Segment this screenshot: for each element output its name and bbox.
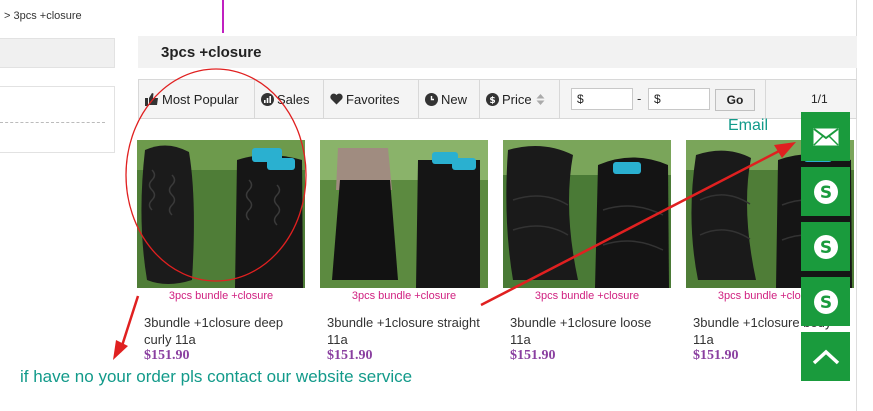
- max-price-input[interactable]: $: [648, 88, 710, 110]
- sort-toolbar: Most Popular Sales Favorites New $ Price…: [138, 79, 857, 119]
- heart-icon: [330, 93, 343, 105]
- sort-sales-label: Sales: [277, 91, 310, 107]
- svg-text:S: S: [819, 293, 831, 313]
- sidebar-panel-header: [0, 38, 115, 68]
- annotation-contact-note: if have no your order pls contact our we…: [20, 367, 413, 386]
- product-card[interactable]: 3pcs bundle +closure 3bundle +1closure d…: [137, 140, 305, 364]
- skype-button[interactable]: S: [801, 222, 850, 271]
- image-caption: 3pcs bundle +closure: [503, 288, 671, 304]
- annotation-arrowhead: [113, 340, 128, 360]
- thumbs-up-icon: [145, 92, 158, 106]
- page-title: 3pcs +closure: [161, 44, 262, 61]
- sort-new-label: New: [441, 91, 468, 107]
- clock-icon: [425, 92, 438, 106]
- back-to-top-button[interactable]: [801, 332, 850, 381]
- min-price-input[interactable]: $: [571, 88, 633, 110]
- product-price: $151.90: [327, 348, 373, 363]
- hair-photo: [137, 140, 305, 288]
- skype-icon: S: [813, 289, 838, 314]
- hair-photo: [320, 140, 488, 288]
- divider: [0, 122, 105, 123]
- dollar-icon: $: [486, 92, 499, 106]
- price-range-separator: -: [637, 91, 642, 106]
- image-caption: 3pcs bundle +closure: [320, 288, 488, 304]
- hair-photo: [503, 140, 671, 288]
- annotation-arrow: [118, 295, 140, 353]
- go-button[interactable]: Go: [715, 89, 755, 111]
- bar-chart-icon: [261, 92, 274, 106]
- svg-text:S: S: [819, 238, 831, 258]
- breadcrumb: > 3pcs +closure: [4, 10, 82, 22]
- svg-text:S: S: [819, 183, 831, 203]
- email-button[interactable]: [801, 112, 850, 161]
- sort-sales[interactable]: Sales: [255, 80, 324, 118]
- skype-button[interactable]: S: [801, 167, 850, 216]
- product-name[interactable]: 3bundle +1closure straight 11a: [327, 314, 487, 348]
- divider: [765, 80, 766, 118]
- sort-arrows-icon: [536, 93, 545, 105]
- email-icon: [812, 127, 839, 146]
- sort-price-label: Price: [502, 91, 532, 107]
- product-image[interactable]: [137, 140, 305, 288]
- divider: [222, 0, 224, 33]
- sort-most-popular-label: Most Popular: [162, 91, 239, 107]
- svg-text:$: $: [489, 96, 495, 106]
- chevron-up-icon: [812, 349, 839, 364]
- sort-favorites[interactable]: Favorites: [324, 80, 419, 118]
- image-caption: 3pcs bundle +closure: [137, 288, 305, 304]
- sidebar-panel: [0, 86, 115, 153]
- page-indicator: 1/1: [811, 92, 828, 106]
- product-name[interactable]: 3bundle +1closure loose 11a: [510, 314, 670, 348]
- product-price: $151.90: [510, 348, 556, 363]
- product-name[interactable]: 3bundle +1closure deep curly 11a: [144, 314, 304, 348]
- skype-icon: S: [813, 179, 838, 204]
- sort-favorites-label: Favorites: [346, 91, 400, 107]
- skype-button[interactable]: S: [801, 277, 850, 326]
- skype-icon: S: [813, 234, 838, 259]
- product-price: $151.90: [144, 348, 190, 363]
- sort-price[interactable]: $ Price: [480, 80, 560, 118]
- annotation-email-label: Email: [728, 117, 769, 134]
- sort-new[interactable]: New: [419, 80, 480, 118]
- product-image[interactable]: [320, 140, 488, 288]
- product-image[interactable]: [503, 140, 671, 288]
- product-card[interactable]: 3pcs bundle +closure 3bundle +1closure s…: [320, 140, 488, 364]
- sort-most-popular[interactable]: Most Popular: [139, 80, 255, 118]
- product-card[interactable]: 3pcs bundle +closure 3bundle +1closure l…: [503, 140, 671, 364]
